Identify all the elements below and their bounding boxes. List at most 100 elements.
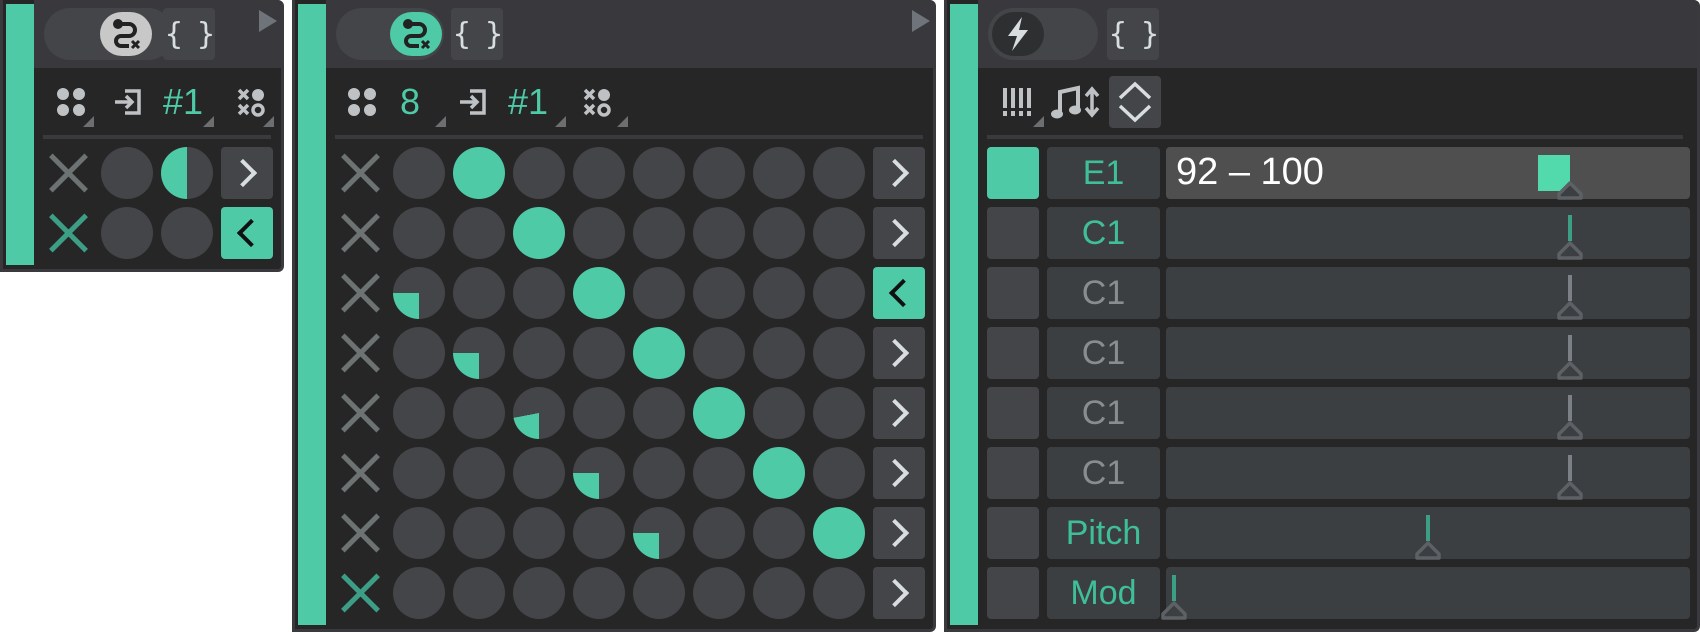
device-toggle[interactable] — [44, 8, 174, 60]
step-cell[interactable] — [633, 447, 685, 499]
step-cell[interactable] — [633, 567, 685, 619]
step-cell[interactable] — [453, 567, 505, 619]
dots-grid-button[interactable] — [342, 82, 382, 122]
step-cell[interactable] — [393, 567, 445, 619]
step-cell[interactable] — [693, 267, 745, 319]
step-cell[interactable] — [813, 447, 865, 499]
lane-note-label[interactable]: Mod — [1047, 567, 1160, 619]
script-button[interactable]: { } — [1107, 8, 1159, 60]
step-cell[interactable] — [453, 387, 505, 439]
step-cell[interactable] — [573, 207, 625, 259]
step-cell[interactable] — [513, 387, 565, 439]
mute-toggle-off[interactable] — [338, 511, 382, 555]
step-cell[interactable] — [453, 507, 505, 559]
step-cell[interactable] — [753, 327, 805, 379]
step-cell[interactable] — [573, 507, 625, 559]
lane-note-label[interactable]: E1 — [1047, 147, 1160, 199]
step-cell[interactable] — [693, 567, 745, 619]
direction-button[interactable] — [873, 447, 925, 499]
step-cell[interactable] — [633, 147, 685, 199]
up-down-button[interactable] — [1109, 76, 1161, 128]
step-cell[interactable] — [813, 327, 865, 379]
step-cell[interactable] — [101, 147, 153, 199]
step-cell[interactable] — [513, 207, 565, 259]
step-cell[interactable] — [573, 267, 625, 319]
step-cell[interactable] — [161, 207, 213, 259]
step-cell[interactable] — [633, 207, 685, 259]
step-cell[interactable] — [813, 267, 865, 319]
step-cell[interactable] — [513, 447, 565, 499]
step-cell[interactable] — [393, 327, 445, 379]
step-cell[interactable] — [393, 267, 445, 319]
step-cell[interactable] — [573, 147, 625, 199]
slider-handle-icon[interactable] — [1556, 179, 1584, 201]
step-cell[interactable] — [393, 207, 445, 259]
mute-toggle-off[interactable] — [338, 211, 382, 255]
mute-toggle-on[interactable] — [46, 211, 90, 255]
step-cell[interactable] — [101, 207, 153, 259]
step-cell[interactable] — [753, 267, 805, 319]
play-icon[interactable] — [912, 10, 930, 32]
direction-button[interactable] — [873, 567, 925, 619]
lane-enable-toggle[interactable] — [987, 567, 1039, 619]
lane-range-slider[interactable] — [1161, 567, 1690, 620]
mute-toggle-off[interactable] — [338, 331, 382, 375]
lane-note-label[interactable]: C1 — [1047, 207, 1160, 259]
step-cell[interactable] — [573, 447, 625, 499]
direction-button[interactable] — [221, 147, 273, 199]
script-button[interactable]: { } — [163, 8, 215, 60]
step-cell[interactable] — [513, 147, 565, 199]
step-cell[interactable] — [453, 447, 505, 499]
lane-range-slider[interactable] — [1166, 387, 1690, 440]
steps-select[interactable]: 8 — [395, 81, 425, 122]
step-cell[interactable] — [573, 327, 625, 379]
device-toggle[interactable] — [988, 8, 1098, 60]
step-cell[interactable] — [393, 387, 445, 439]
lane-range-slider[interactable] — [1166, 507, 1690, 560]
step-cell[interactable] — [813, 387, 865, 439]
lane-note-label[interactable]: C1 — [1047, 327, 1160, 379]
mute-toggle-off[interactable] — [338, 271, 382, 315]
lane-range-slider[interactable] — [1166, 327, 1690, 380]
direction-button[interactable] — [873, 387, 925, 439]
direction-button[interactable] — [221, 207, 273, 259]
device-toggle[interactable] — [336, 8, 444, 60]
step-cell[interactable] — [161, 147, 213, 199]
script-button[interactable]: { } — [451, 8, 503, 60]
keys-button[interactable] — [997, 82, 1037, 122]
direction-button[interactable] — [873, 507, 925, 559]
mute-toggle-off[interactable] — [338, 151, 382, 195]
step-cell[interactable] — [813, 507, 865, 559]
step-cell[interactable] — [753, 567, 805, 619]
direction-button[interactable] — [873, 207, 925, 259]
lane-range-slider[interactable] — [1166, 267, 1690, 320]
lane-enable-toggle[interactable] — [987, 507, 1039, 559]
mute-toggle-on[interactable] — [338, 571, 382, 615]
step-cell[interactable] — [693, 147, 745, 199]
step-cell[interactable] — [693, 387, 745, 439]
step-cell[interactable] — [753, 207, 805, 259]
lane-range-slider[interactable]: 92 – 100 — [1166, 147, 1690, 201]
step-cell[interactable] — [573, 567, 625, 619]
slider-handle-icon[interactable] — [1556, 239, 1584, 261]
step-cell[interactable] — [513, 267, 565, 319]
step-cell[interactable] — [813, 147, 865, 199]
lane-enable-toggle[interactable] — [987, 147, 1039, 199]
direction-button[interactable] — [873, 267, 925, 319]
lane-enable-toggle[interactable] — [987, 447, 1039, 499]
direction-button[interactable] — [873, 147, 925, 199]
step-cell[interactable] — [633, 327, 685, 379]
step-cell[interactable] — [753, 447, 805, 499]
mute-toggle-off[interactable] — [46, 151, 90, 195]
lane-note-label[interactable]: C1 — [1047, 267, 1160, 319]
note-transpose-button[interactable] — [1049, 82, 1103, 122]
step-cell[interactable] — [693, 447, 745, 499]
step-cell[interactable] — [393, 147, 445, 199]
step-cell[interactable] — [633, 507, 685, 559]
input-button[interactable] — [108, 82, 148, 122]
step-cell[interactable] — [693, 327, 745, 379]
step-cell[interactable] — [393, 447, 445, 499]
lane-note-label[interactable]: C1 — [1047, 447, 1160, 499]
step-cell[interactable] — [513, 327, 565, 379]
slider-handle-icon[interactable] — [1160, 599, 1188, 621]
